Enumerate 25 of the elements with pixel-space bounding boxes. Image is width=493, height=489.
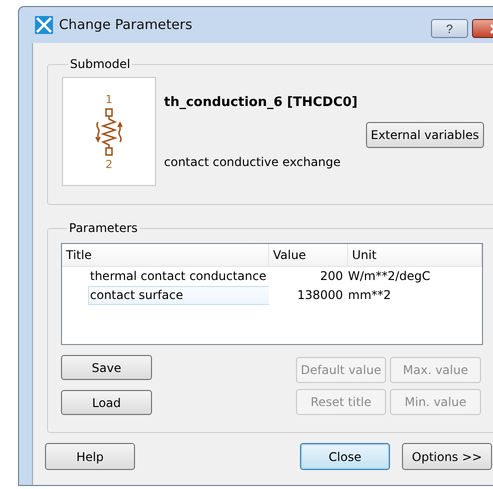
column-header[interactable]: Title	[62, 244, 269, 266]
dialog-button[interactable]: Help	[45, 443, 135, 470]
group-label: Submodel	[69, 57, 132, 71]
title-cell[interactable]: thermal contact conductance	[62, 267, 269, 286]
submodel-description: contact conductive exchange	[164, 155, 342, 169]
app-icon	[35, 16, 53, 34]
window-title: Change Parameters	[59, 17, 192, 33]
group-label: Parameters	[68, 221, 139, 235]
port-label: 2	[106, 158, 112, 170]
title-cell[interactable]: contact surface	[88, 286, 269, 305]
value-cell-text: 138000	[296, 287, 344, 304]
port-label: 1	[106, 92, 112, 106]
action-button[interactable]: Load	[61, 390, 152, 415]
dialog-button[interactable]: Close	[300, 443, 390, 470]
external-variables-button[interactable]: External variables	[366, 122, 484, 148]
unit-cell-text: W/m**2/degC	[348, 268, 432, 285]
dialog-button[interactable]: Options >>	[402, 443, 492, 470]
action-button[interactable]: Save	[61, 355, 152, 380]
submodel-name: th_conduction_6 [THCDC0]	[164, 95, 359, 110]
column-header[interactable]: Unit	[348, 244, 482, 266]
column-header[interactable]: Value	[269, 244, 348, 266]
unit-cell-text: mm**2	[348, 287, 392, 304]
help-button[interactable]: ?	[431, 19, 468, 38]
resistor-symbol-icon	[94, 108, 124, 156]
value-cell-text: 200	[319, 268, 344, 285]
